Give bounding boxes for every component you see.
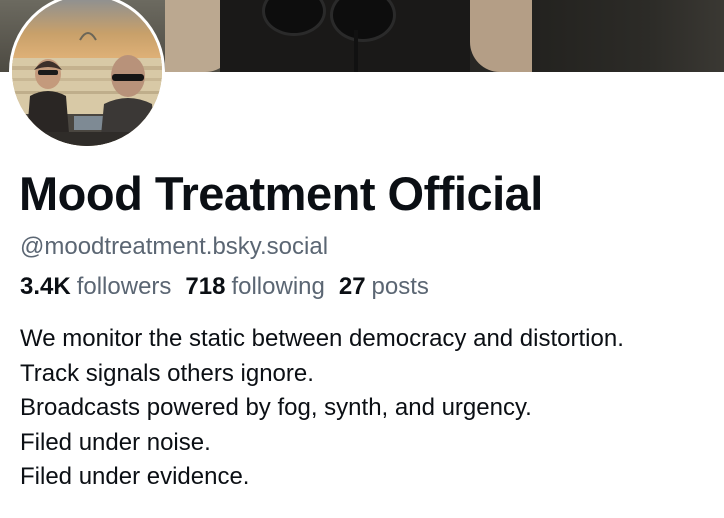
followers-count: 3.4K bbox=[20, 273, 71, 300]
posts-label: posts bbox=[371, 273, 429, 300]
profile-page: Mood Treatment Official @moodtreatment.b… bbox=[0, 0, 724, 518]
following-link[interactable]: 718 following bbox=[185, 273, 324, 301]
posts-count-item: 27 posts bbox=[339, 273, 429, 301]
banner-arm-right bbox=[470, 0, 532, 72]
bio-line: We monitor the static between democracy … bbox=[20, 325, 624, 352]
bio-line: Filed under evidence. bbox=[20, 463, 250, 490]
following-count: 718 bbox=[185, 273, 226, 300]
bio-line: Filed under noise. bbox=[20, 428, 211, 456]
banner-background-right bbox=[532, 0, 724, 72]
following-label: following bbox=[231, 273, 325, 300]
bio-line: Track signals others ignore. bbox=[20, 359, 314, 387]
profile-handle: @moodtreatment.bsky.social bbox=[20, 233, 329, 260]
avatar-photo bbox=[12, 0, 162, 146]
followers-link[interactable]: 3.4K followers bbox=[20, 273, 171, 301]
bio-line: Broadcasts powered by fog, synth, and ur… bbox=[20, 394, 532, 421]
profile-display-name: Mood Treatment Official bbox=[19, 167, 543, 220]
profile-bio: We monitor the static between democracy … bbox=[20, 322, 720, 495]
banner-headphone-cord bbox=[354, 30, 358, 72]
profile-stats: 3.4K followers 718 following 27 posts bbox=[20, 273, 443, 301]
followers-label: followers bbox=[76, 273, 172, 300]
avatar[interactable] bbox=[9, 0, 165, 149]
posts-count: 27 bbox=[338, 273, 366, 300]
